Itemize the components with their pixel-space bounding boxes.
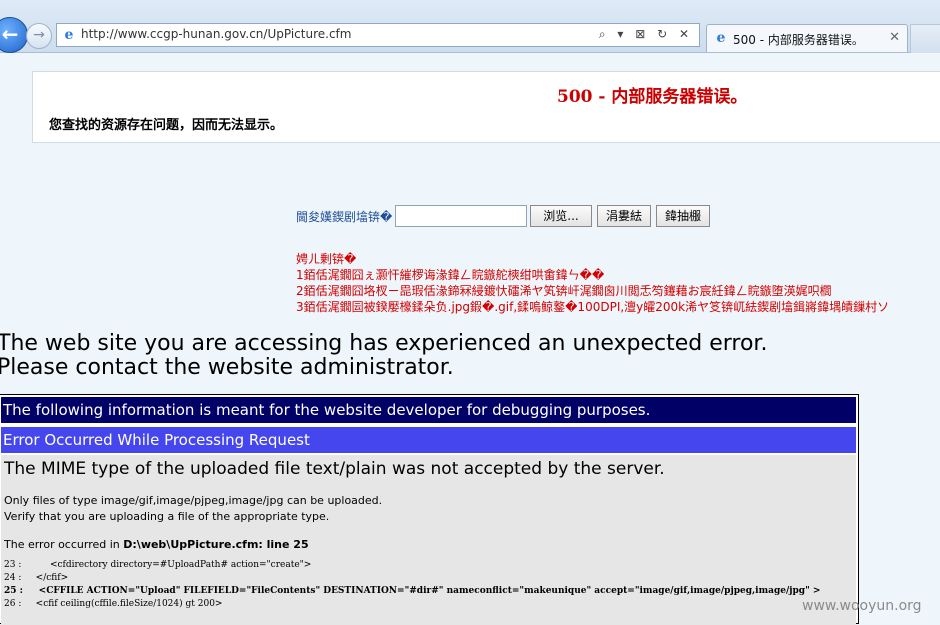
site-error-line: The web site you are accessing has exper… <box>0 331 768 356</box>
code-line-highlighted: 25 : <CFFILE ACTION="Upload" FILEFIELD="… <box>4 586 821 596</box>
browser-tab[interactable]: e 500 - 内部服务器错误。 ✕ <box>706 24 908 52</box>
upload-label: 閫夋嫨鍥剧墖锛� <box>296 210 393 224</box>
ie-page-icon: e <box>64 27 74 43</box>
request-error-header: Error Occurred While Processing Request <box>1 427 856 453</box>
note-heading: 娉ㄦ剰锛� <box>296 252 357 266</box>
note-item: 1銆佸浘鐗囧ぇ灏忓繀椤诲湪鍏ㄥ睆鏃舵樉绀哄畬鍏ㄣ�� <box>296 268 605 282</box>
site-error-line: Please contact the website administrator… <box>0 355 454 380</box>
watermark: www.wooyun.org <box>802 598 922 614</box>
error-location-file: D:\web\UpPicture.cfm: line 25 <box>123 538 309 551</box>
allowed-types-text: Only files of type image/gif,image/pjpeg… <box>4 494 383 507</box>
address-tools-icons[interactable]: ⌕ ▾ ⊠ ↻ ✕ <box>599 27 693 42</box>
error-500-message: 您查找的资源存在问题，因而无法显示。 <box>49 118 284 133</box>
tab-ie-icon: e <box>716 30 726 46</box>
browse-button[interactable]: 浏览... <box>530 205 592 227</box>
verify-text: Verify that you are uploading a file of … <box>4 510 330 523</box>
new-tab-button[interactable] <box>910 24 940 53</box>
tab-close-icon[interactable]: ✕ <box>889 30 900 45</box>
note-item: 3銆佸浘鐗囩被鍨嬮檺鍒朵负.jpg鍜�.gif,鍒嗚鲸鐜�100DPI,澶у皬2… <box>296 300 890 314</box>
url-text[interactable]: http://www.ccgp-hunan.gov.cn/UpPicture.c… <box>81 27 351 41</box>
code-line: 23 : <cfdirectory directory=#UploadPath#… <box>4 560 312 570</box>
upload-button[interactable]: 涓婁紶 <box>597 205 651 227</box>
upload-notes: 娉ㄦ剰锛� 1銆佸浘鐗囧ぇ灏忓繀椤诲湪鍏ㄥ睆鏃舵樉绀哄畬鍏ㄣ�� 2銆佸浘鐗囧垎… <box>296 251 940 315</box>
file-path-input[interactable] <box>395 205 527 227</box>
forward-button[interactable]: → <box>26 23 52 49</box>
mime-error-message: The MIME type of the uploaded file text/… <box>4 459 665 479</box>
code-line: 26 : <cfif ceiling(cffile.fileSize/1024)… <box>4 599 223 609</box>
error-location-prefix: The error occurred in <box>4 538 120 551</box>
error-500-title: 500 - 内部服务器错误。 <box>557 87 748 107</box>
back-button[interactable]: ← <box>0 17 28 53</box>
close-button[interactable]: 鍏抽棴 <box>656 205 710 227</box>
debug-body: The MIME type of the uploaded file text/… <box>1 455 856 625</box>
note-item: 2銆佸浘鐗囧垎杈ㄧ巼瑕佸湪鍗冧綅鍍忕礌浠ヤ笂锛屽浘鐗囪川閲忎笉鑳藉お宸紝鍏ㄥ睆鏃… <box>296 284 832 298</box>
debug-panel: The following information is meant for t… <box>0 394 859 625</box>
error-location: The error occurred in D:\web\UpPicture.c… <box>4 538 309 551</box>
debug-header: The following information is meant for t… <box>1 397 856 423</box>
tab-title: 500 - 内部服务器错误。 <box>733 33 864 47</box>
code-line: 24 : </cfif> <box>4 573 69 583</box>
site-error-message: The web site you are accessing has exper… <box>0 332 767 380</box>
address-bar[interactable]: e http://www.ccgp-hunan.gov.cn/UpPicture… <box>56 23 700 47</box>
browser-toolbar: ← → e http://www.ccgp-hunan.gov.cn/UpPic… <box>0 0 940 53</box>
error-500-panel: 500 - 内部服务器错误。 您查找的资源存在问题，因而无法显示。 <box>32 71 940 143</box>
